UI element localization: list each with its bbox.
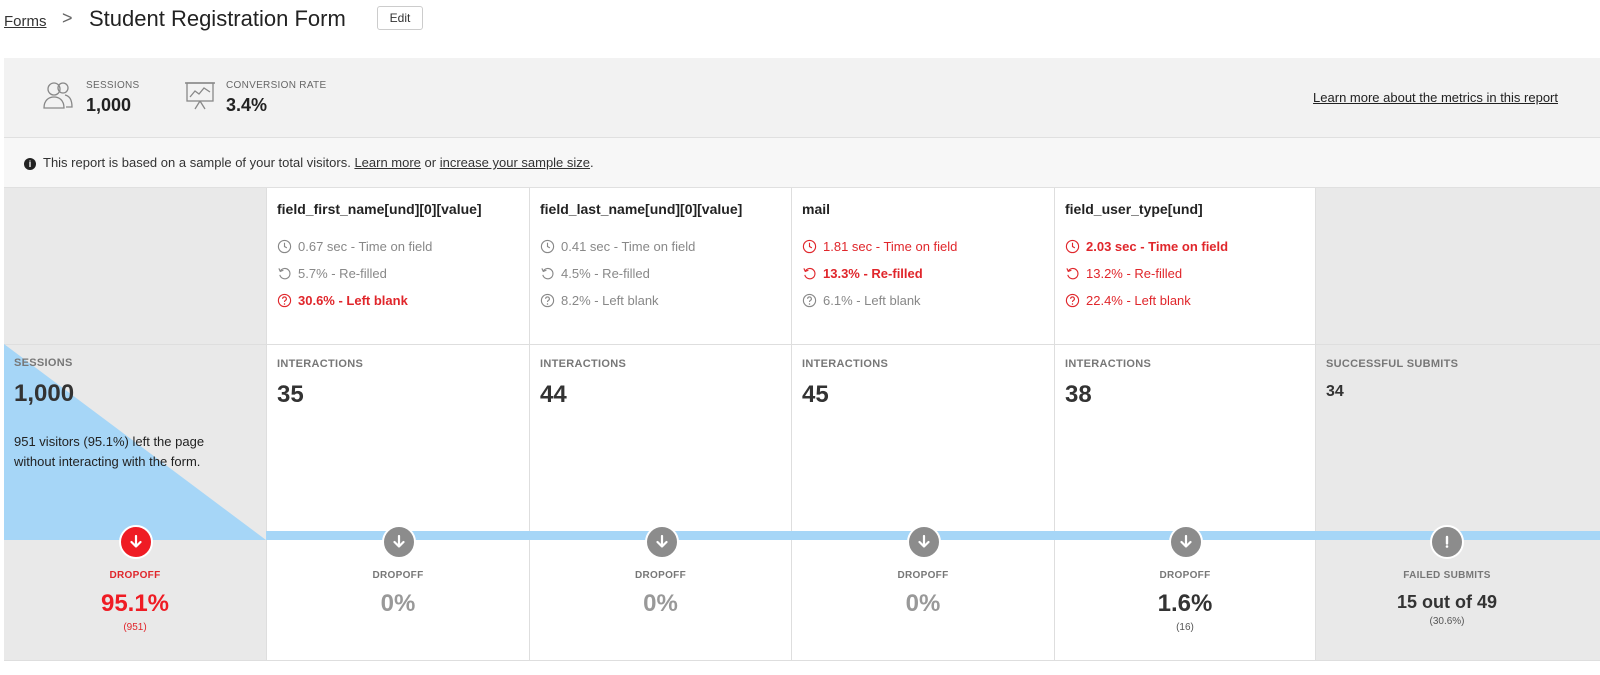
left-blank: 22.4% - Left blank	[1065, 293, 1191, 308]
sample-notice: i This report is based on a sample of yo…	[4, 138, 1600, 188]
field-stats-2: field_last_name[und][0][value] 0.41 sec …	[529, 188, 791, 344]
field-name: field_last_name[und][0][value]	[540, 201, 743, 217]
refresh-icon	[1066, 267, 1079, 280]
sessions-label: SESSIONS	[14, 357, 73, 369]
sessions-content: SESSIONS 1,000 951 visitors (95.1%) left…	[4, 344, 266, 540]
refresh-icon	[278, 267, 291, 280]
notice-text: This report is based on a sample of your…	[43, 155, 594, 170]
clock-icon	[802, 239, 817, 254]
interactions-label: INTERACTIONS	[277, 358, 364, 370]
interactions-cell-1: INTERACTIONS 35	[266, 344, 529, 540]
interactions-value: 45	[802, 381, 829, 408]
left-blank: 30.6% - Left blank	[277, 293, 408, 308]
interactions-cell-3: INTERACTIONS 45	[791, 344, 1054, 540]
dropoff-value: 0%	[905, 590, 941, 617]
time-on-field: 2.03 sec - Time on field	[1065, 239, 1228, 254]
dropoff-label: DROPOFF	[1159, 570, 1211, 581]
exclamation-icon	[1430, 525, 1464, 559]
refresh-icon	[541, 267, 554, 280]
question-icon	[1065, 293, 1080, 308]
time-on-field: 1.81 sec - Time on field	[802, 239, 957, 254]
failed-submits-percent: (30.6%)	[1429, 616, 1465, 627]
successful-submits-value: 34	[1326, 383, 1344, 400]
re-filled: 5.7% - Re-filled	[277, 266, 387, 281]
dropoff-arrow-down-icon	[382, 525, 416, 559]
time-on-field: 0.41 sec - Time on field	[540, 239, 695, 254]
failed-submits-value: 15 out of 49	[1396, 592, 1498, 612]
clock-icon	[277, 239, 292, 254]
field-stats-3: mail 1.81 sec - Time on field 13.3% - Re…	[791, 188, 1054, 344]
clock-icon	[1065, 239, 1080, 254]
field-stats-4: field_user_type[und] 2.03 sec - Time on …	[1054, 188, 1316, 344]
refresh-icon	[803, 267, 816, 280]
left-blank: 6.1% - Left blank	[802, 293, 921, 308]
dropoff-count: (16)	[1176, 622, 1194, 633]
field-name: field_first_name[und][0][value]	[277, 201, 482, 217]
dropoff-value: 0%	[643, 590, 678, 617]
bottom-divider	[4, 660, 1600, 661]
dropoff-value: 1.6%	[1157, 590, 1213, 617]
successful-submits-cell: SUCCESSFUL SUBMITS 34	[1316, 344, 1600, 540]
users-icon	[43, 82, 73, 109]
breadcrumb-forms-link[interactable]: Forms	[4, 13, 47, 30]
dropoff-count: (951)	[123, 622, 147, 633]
interactions-cell-4: INTERACTIONS 38	[1054, 344, 1316, 540]
learn-more-metrics-link[interactable]: Learn more about the metrics in this rep…	[1313, 90, 1558, 105]
dropoff-value: 95.1%	[100, 590, 170, 617]
question-icon	[540, 293, 555, 308]
interactions-value: 38	[1065, 381, 1092, 408]
interactions-cell-2: INTERACTIONS 44	[529, 344, 791, 540]
field-name: field_user_type[und]	[1065, 201, 1203, 217]
question-icon	[802, 293, 817, 308]
interactions-label: INTERACTIONS	[540, 358, 627, 370]
dropoff-arrow-down-icon	[119, 525, 153, 559]
sessions-metric-value: 1,000	[86, 95, 132, 115]
left-blank: 8.2% - Left blank	[540, 293, 659, 308]
interactions-value: 35	[277, 381, 304, 408]
dropoff-label: DROPOFF	[897, 570, 949, 581]
field-stats-1: field_first_name[und][0][value] 0.67 sec…	[266, 188, 529, 344]
info-icon: i	[24, 158, 36, 170]
dropoff-label: DROPOFF	[635, 570, 686, 581]
question-icon	[277, 293, 292, 308]
dropoff-label: DROPOFF	[109, 570, 161, 581]
successful-submits-label: SUCCESSFUL SUBMITS	[1326, 358, 1459, 370]
field-name: mail	[802, 201, 831, 217]
increase-sample-size-link[interactable]: increase your sample size	[440, 155, 590, 170]
page-title: Student Registration Form	[89, 6, 346, 31]
sessions-metric-label: SESSIONS	[86, 80, 140, 91]
re-filled: 13.2% - Re-filled	[1065, 266, 1182, 281]
time-on-field: 0.67 sec - Time on field	[277, 239, 432, 254]
conversion-metric-label: CONVERSION RATE	[226, 80, 327, 91]
dropoff-label: DROPOFF	[372, 570, 424, 581]
sessions-description: 951 visitors (95.1%) left the page witho…	[14, 434, 205, 469]
edit-button[interactable]: Edit	[377, 6, 423, 30]
dropoff-value: 0%	[380, 590, 416, 617]
clock-icon	[540, 239, 555, 254]
interactions-label: INTERACTIONS	[1065, 358, 1152, 370]
interactions-label: INTERACTIONS	[802, 358, 889, 370]
re-filled: 4.5% - Re-filled	[540, 266, 650, 281]
conversion-metric-value: 3.4%	[226, 95, 268, 115]
interactions-value: 44	[540, 381, 567, 408]
sessions-value: 1,000	[14, 380, 75, 407]
empty-header-cell	[1316, 188, 1600, 344]
learn-more-link[interactable]: Learn more	[354, 155, 420, 170]
dropoff-arrow-down-icon	[907, 525, 941, 559]
empty-header-cell	[4, 188, 266, 344]
page-header: Forms > Student Registration Form Edit	[0, 0, 1600, 58]
failed-submits-label: FAILED SUBMITS	[1403, 570, 1491, 581]
dropoff-arrow-down-icon	[645, 525, 679, 559]
breadcrumb-chevron-icon: >	[62, 8, 73, 28]
dropoff-arrow-down-icon	[1169, 525, 1203, 559]
metrics-bar: SESSIONS 1,000 CONVERSION RATE 3.4% Lear…	[4, 58, 1600, 138]
failed-submits-cell: FAILED SUBMITS 15 out of 49 (30.6%)	[1316, 540, 1600, 660]
re-filled: 13.3% - Re-filled	[802, 266, 923, 281]
presentation-chart-icon	[185, 82, 215, 110]
